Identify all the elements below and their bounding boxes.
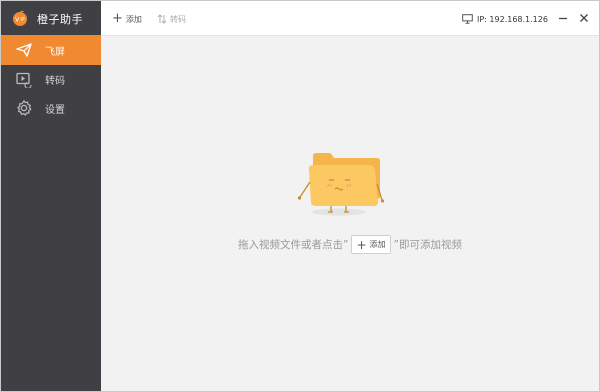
app-window: V·P 橙子助手 飞屏 转码 设置 + 添加 转码 IP: 192.168.1.… — [0, 0, 600, 392]
drop-hint: 拖入视频文件或者点击” + 添加 ”即可添加视频 — [101, 235, 599, 254]
sidebar-item-transcode[interactable]: 转码 — [1, 64, 101, 94]
orange-logo-icon: V·P — [13, 10, 27, 26]
add-button-label: 添加 — [125, 14, 142, 24]
sidebar-item-label: 转码 — [45, 76, 65, 87]
sidebar-item-settings[interactable]: 设置 — [1, 93, 101, 123]
monitor-icon — [462, 14, 473, 24]
plus-icon: + — [112, 11, 123, 26]
hint-add-button[interactable]: + 添加 — [351, 235, 391, 254]
video-convert-icon — [16, 72, 32, 88]
gear-icon — [17, 100, 32, 116]
ip-text: IP: 192.168.1.126 — [477, 14, 548, 24]
paper-plane-icon — [16, 43, 32, 57]
add-button[interactable]: + 添加 — [112, 12, 142, 26]
ip-display: IP: 192.168.1.126 — [462, 12, 548, 26]
sidebar: V·P 橙子助手 飞屏 转码 设置 — [1, 1, 101, 391]
minimize-icon[interactable] — [557, 12, 569, 24]
drop-zone[interactable]: 拖入视频文件或者点击” + 添加 ”即可添加视频 — [101, 36, 599, 391]
brand: V·P 橙子助手 — [1, 1, 101, 35]
close-icon[interactable] — [578, 12, 590, 24]
toolbar: + 添加 转码 IP: 192.168.1.126 — [101, 1, 599, 36]
sidebar-item-label: 飞屏 — [45, 47, 65, 58]
transcode-arrows-icon — [157, 14, 167, 24]
sidebar-item-feiping[interactable]: 飞屏 — [1, 35, 101, 65]
empty-folder-illustration — [297, 153, 385, 216]
svg-text:V·P: V·P — [15, 17, 25, 24]
hint-add-button-label: 添加 — [369, 240, 386, 249]
sidebar-item-label: 设置 — [45, 105, 65, 116]
hint-text-before: 拖入视频文件或者点击” — [238, 239, 349, 251]
plus-icon: + — [356, 237, 367, 252]
transcode-button[interactable]: 转码 — [157, 12, 186, 26]
app-title: 橙子助手 — [37, 13, 83, 26]
transcode-button-label: 转码 — [170, 14, 186, 24]
hint-text-after: ”即可添加视频 — [393, 239, 462, 251]
